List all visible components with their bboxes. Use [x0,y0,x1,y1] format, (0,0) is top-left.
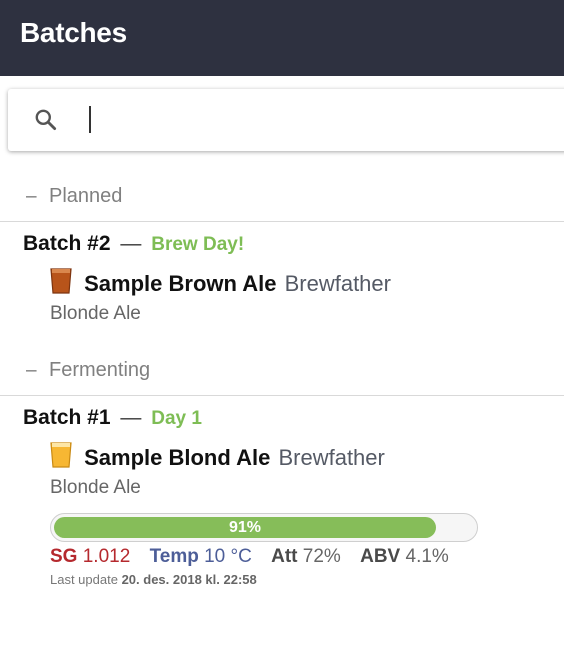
last-update-label: Last update [50,572,118,587]
batch-separator: — [120,232,142,255]
app-header: Batches [0,0,564,76]
last-update: Last update 20. des. 2018 kl. 22:58 [50,572,257,587]
beer-style: Blonde Ale [50,303,141,324]
beer-style: Blonde Ale [50,477,141,498]
batch-title-1[interactable]: Batch #1 — Day 1 [23,406,202,430]
last-update-value: 20. des. 2018 kl. 22:58 [121,572,257,587]
beer-glass-icon [50,268,72,294]
abv-label: ABV [360,546,401,567]
section-header-planned[interactable]: – Planned [0,178,564,222]
temp-label: Temp [149,546,199,567]
section-planned: – Planned [0,178,564,222]
recipe-name: Sample Brown Ale [84,271,277,296]
brewer-name: Brewfather [278,445,385,470]
batch-separator: — [120,406,142,429]
section-header-fermenting[interactable]: – Fermenting [0,352,564,396]
batch-recipe-2[interactable]: Sample Brown Ale Brewfather [50,268,391,297]
collapse-icon[interactable]: – [26,360,37,382]
section-fermenting: – Fermenting [0,352,564,396]
page-title: Batches [20,17,127,48]
section-label: Fermenting [49,359,151,381]
att-label: Att [271,546,298,567]
batch-name: Batch #2 [23,232,111,255]
brewer-name: Brewfather [284,271,391,296]
progress-label: 91% [228,519,262,536]
search-input[interactable] [89,106,91,133]
batch-recipe-1[interactable]: Sample Blond Ale Brewfather [50,442,385,471]
batch-status: Day 1 [151,408,202,429]
sg-value: 1.012 [82,546,131,567]
collapse-icon[interactable]: – [26,186,37,208]
sg-label: SG [50,546,78,567]
batch-status: Brew Day! [151,234,245,255]
abv-value: 4.1% [405,546,449,567]
section-label: Planned [49,185,123,207]
temp-value: 10 °C [204,546,252,567]
beer-glass-icon [50,442,72,468]
att-value: 72% [302,546,341,567]
fermentation-progress-bar: 91% [50,513,478,542]
search-icon [35,109,57,131]
batch-stats: SG 1.012 Temp 10 °C Att 72% ABV 4.1% [50,546,449,568]
batch-name: Batch #1 [23,406,111,429]
search-bar[interactable] [8,89,564,151]
batch-title-2[interactable]: Batch #2 — Brew Day! [23,232,244,256]
recipe-name: Sample Blond Ale [84,445,271,470]
